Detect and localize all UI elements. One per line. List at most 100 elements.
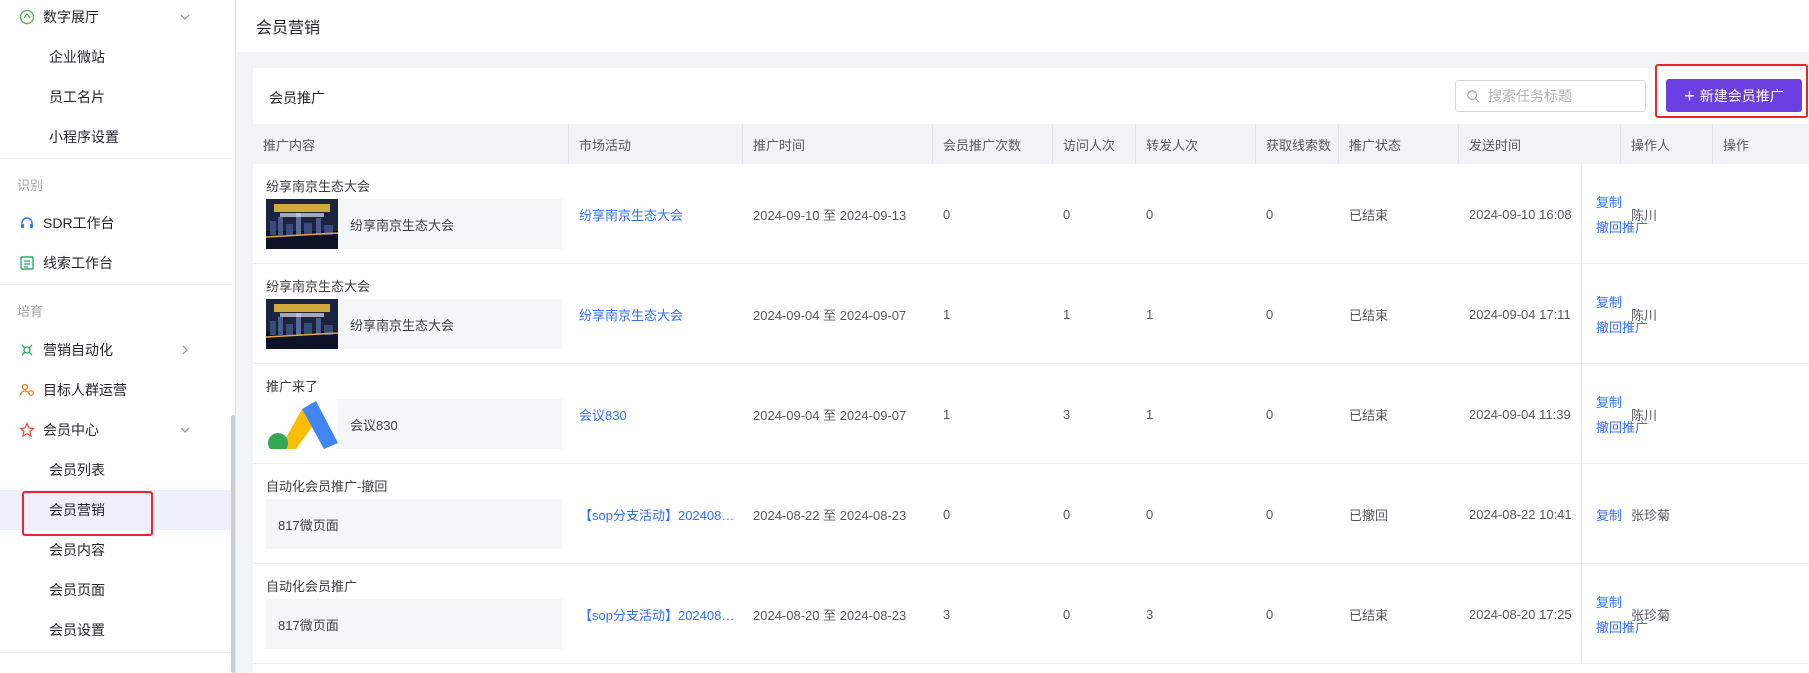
event-poster-thumbnail <box>266 299 338 349</box>
activity-link[interactable]: 【sop分支活动】2024082… <box>579 505 739 524</box>
column-header[interactable]: 访问人次 <box>1053 124 1136 164</box>
sidebar-item-label: 会员营销 <box>49 502 105 518</box>
cell-status: 已撤回 <box>1339 464 1459 564</box>
column-header[interactable]: 操作人 <box>1621 124 1713 164</box>
sidebar-scrollbar[interactable] <box>231 415 235 673</box>
chevron-down-icon[interactable] <box>177 422 193 438</box>
cell-actions: 复制 撤回推广 <box>1581 364 1809 464</box>
promotion-title: 推广来了 <box>266 379 319 394</box>
cell-text: 1 <box>943 406 951 422</box>
column-header[interactable]: 市场活动 <box>569 124 743 164</box>
revoke-promotion-link[interactable]: 撤回推广 <box>1596 217 1648 236</box>
cell-text: 2024-08-20 至 2024-08-23 <box>753 607 907 623</box>
content-card[interactable]: 817微页面 <box>266 499 562 549</box>
revoke-promotion-link[interactable]: 撤回推广 <box>1596 617 1648 636</box>
sidebar-item-digital-hall[interactable]: 数字展厅 <box>0 0 231 37</box>
cell-pushes: 1 <box>933 364 1053 464</box>
column-header[interactable]: 推广状态 <box>1339 124 1459 164</box>
revoke-promotion-link[interactable]: 撤回推广 <box>1596 417 1648 436</box>
cell-text: 0 <box>943 506 951 522</box>
digital-hall-icon <box>18 8 36 26</box>
cell-text: 3 <box>1146 606 1154 622</box>
sidebar-item-leads[interactable]: 线索工作台 <box>0 243 231 283</box>
cell-period: 2024-09-04 至 2024-09-07 <box>743 364 933 464</box>
cell-text: 1 <box>1063 306 1071 322</box>
promotion-title: 纷享南京生态大会 <box>266 279 371 294</box>
activity-link[interactable]: 【sop分支活动】2024082… <box>579 605 739 624</box>
cell-activity[interactable]: 纷享南京生态大会 <box>569 164 743 264</box>
sidebar-item-member-page[interactable]: 会员页面 <box>0 570 231 610</box>
sidebar-item-label: 目标人群运营 <box>43 382 127 398</box>
sidebar-item-member-settings[interactable]: 会员设置 <box>0 610 231 650</box>
cell-leads: 0 <box>1256 264 1339 364</box>
promotion-title: 自动化会员推广 <box>266 579 358 594</box>
sidebar-item-business-card[interactable]: 员工名片 <box>0 77 231 117</box>
cell-activity[interactable]: 纷享南京生态大会 <box>569 264 743 364</box>
cell-shares: 3 <box>1136 564 1256 664</box>
sidebar-item-micro-site[interactable]: 企业微站 <box>0 37 231 77</box>
cell-text: 0 <box>1063 606 1071 622</box>
copy-link[interactable]: 复制 <box>1596 292 1622 311</box>
cell-activity[interactable]: 【sop分支活动】2024082… <box>569 464 743 564</box>
content-card[interactable]: 纷享南京生态大会 <box>266 299 562 349</box>
sidebar-item-label: 企业微站 <box>49 49 105 65</box>
activity-link[interactable]: 会议830 <box>579 405 627 424</box>
column-header[interactable]: 操作 <box>1713 124 1809 164</box>
new-member-promotion-button[interactable]: + 新建会员推广 <box>1666 79 1802 112</box>
cell-period: 2024-09-04 至 2024-09-07 <box>743 264 933 364</box>
sidebar-item-member-marketing[interactable]: 会员营销 <box>0 490 231 530</box>
content-card[interactable]: 纷享南京生态大会 <box>266 199 562 249</box>
copy-link[interactable]: 复制 <box>1596 505 1622 524</box>
table-row: 纷享南京生态大会 纷享南京生态大会 纷享南京生态大会 2024-09-04 至 202… <box>253 264 1809 364</box>
cell-shares: 1 <box>1136 364 1256 464</box>
sidebar-item-member-center[interactable]: 会员中心 <box>0 410 231 450</box>
cell-status: 已结束 <box>1339 264 1459 364</box>
copy-link[interactable]: 复制 <box>1596 192 1622 211</box>
cell-status: 已结束 <box>1339 564 1459 664</box>
column-header[interactable]: 发送时间 <box>1459 124 1621 164</box>
automation-icon <box>18 341 36 359</box>
cell-text: 1 <box>1146 306 1154 322</box>
column-header[interactable]: 推广内容 <box>253 124 569 164</box>
sidebar-item-marketing-automation[interactable]: 营销自动化 <box>0 330 231 370</box>
column-header[interactable]: 转发人次 <box>1136 124 1256 164</box>
cell-activity[interactable]: 【sop分支活动】2024082… <box>569 564 743 664</box>
sidebar-item-miniprogram[interactable]: 小程序设置 <box>0 117 231 157</box>
copy-link[interactable]: 复制 <box>1596 592 1622 611</box>
revoke-promotion-link[interactable]: 撤回推广 <box>1596 317 1648 336</box>
cell-text: 0 <box>1266 306 1274 322</box>
sidebar-item-sdr[interactable]: SDR工作台 <box>0 203 231 243</box>
column-header[interactable]: 获取线索数 <box>1256 124 1339 164</box>
copy-link[interactable]: 复制 <box>1596 392 1622 411</box>
cell-leads: 0 <box>1256 164 1339 264</box>
column-header[interactable]: 推广时间 <box>743 124 933 164</box>
button-label: 新建会员推广 <box>1699 87 1784 104</box>
search-input[interactable]: 搜索任务标题 <box>1455 80 1646 112</box>
event-poster-thumbnail <box>266 199 338 249</box>
cell-status: 已结束 <box>1339 164 1459 264</box>
chevron-right-icon[interactable] <box>177 342 193 358</box>
chevron-down-icon[interactable] <box>177 9 193 25</box>
cell-visits: 0 <box>1053 564 1136 664</box>
divider <box>0 158 231 159</box>
cell-leads: 0 <box>1256 464 1339 564</box>
activity-link[interactable]: 纷享南京生态大会 <box>579 305 683 324</box>
sidebar-item-member-content[interactable]: 会员内容 <box>0 530 231 570</box>
content-card[interactable]: 817微页面 <box>266 599 562 649</box>
cell-status: 已结束 <box>1339 364 1459 464</box>
sidebar-item-member-list[interactable]: 会员列表 <box>0 450 231 490</box>
activity-link[interactable]: 纷享南京生态大会 <box>579 205 683 224</box>
cell-text: 3 <box>1063 406 1071 422</box>
column-header[interactable]: 会员推广次数 <box>933 124 1053 164</box>
sidebar-item-label: SDR工作台 <box>43 215 115 231</box>
cell-leads: 0 <box>1256 564 1339 664</box>
sidebar-item-target-group[interactable]: 目标人群运营 <box>0 370 231 410</box>
sidebar-item-label: 会员页面 <box>49 582 105 598</box>
cell-activity[interactable]: 会议830 <box>569 364 743 464</box>
cell-text: 已结束 <box>1349 207 1389 223</box>
cell-text: 0 <box>1266 206 1274 222</box>
cell-visits: 1 <box>1053 264 1136 364</box>
cell-pushes: 0 <box>933 164 1053 264</box>
cell-shares: 1 <box>1136 264 1256 364</box>
content-card[interactable]: 会议830 <box>266 399 562 449</box>
